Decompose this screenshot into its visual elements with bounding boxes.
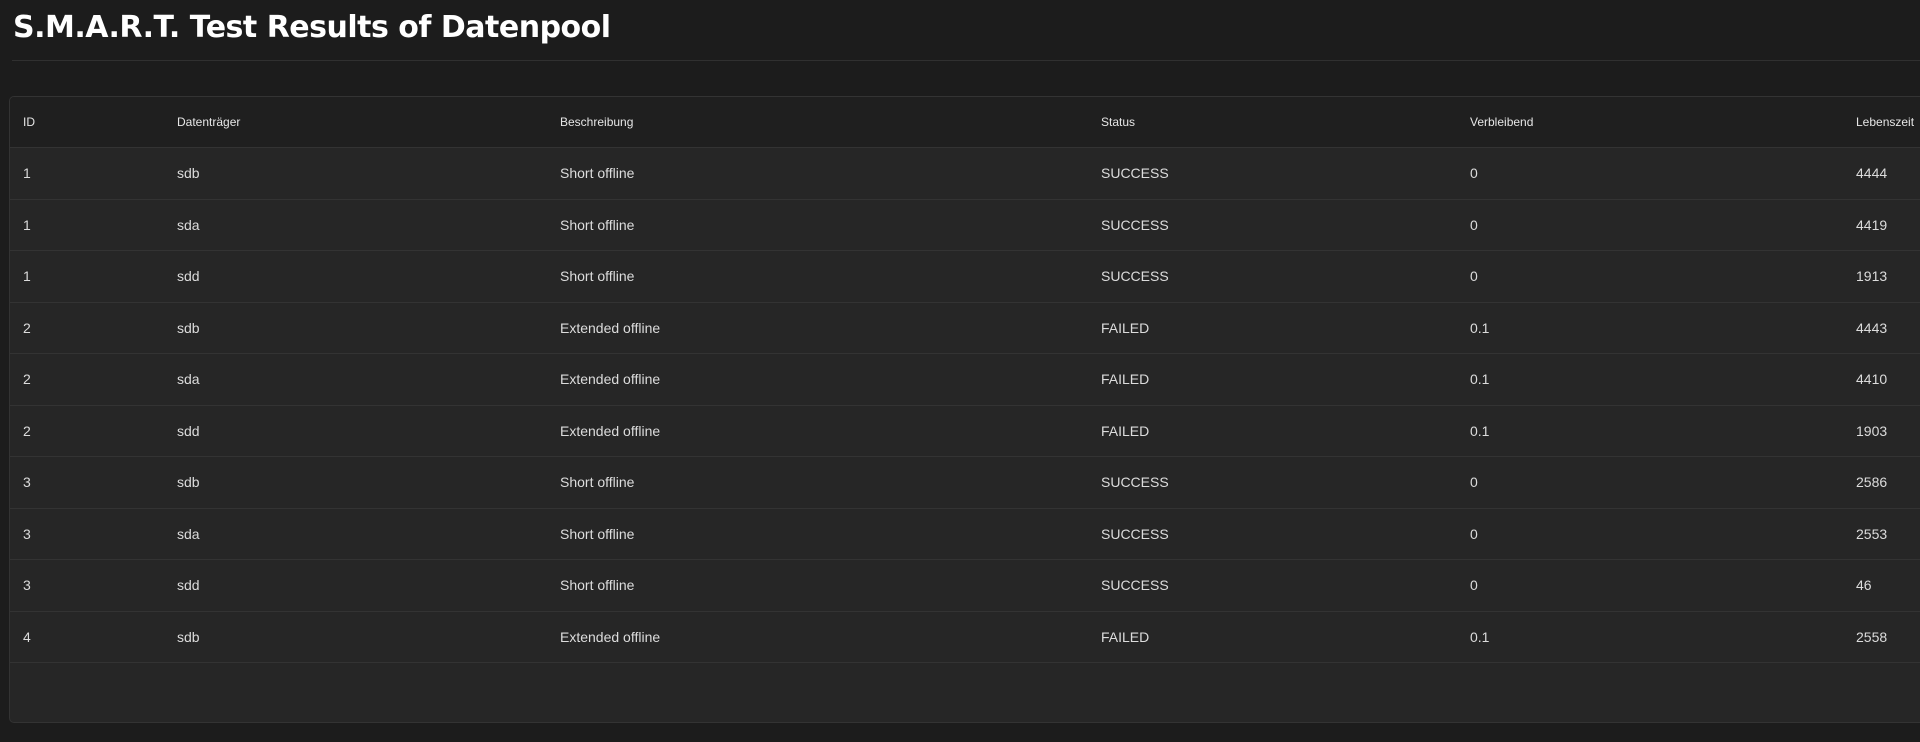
cell-lifetime: 4419	[1856, 216, 1888, 233]
cell-status: SUCCESS	[1101, 525, 1169, 542]
cell-description: Extended offline	[560, 371, 661, 387]
cell-status: SUCCESS	[1101, 165, 1169, 181]
table-row: 2 sda Extended offline FAILED 0.1 4410	[10, 354, 1920, 406]
column-header-datentraeger[interactable]: Datenträger	[177, 97, 240, 148]
cell-remaining: 0	[1470, 474, 1478, 490]
cell-status: SUCCESS	[1101, 216, 1169, 233]
cell-status: FAILED	[1101, 422, 1150, 439]
cell-id: 3	[23, 577, 31, 593]
cell-status: SUCCESS	[1101, 577, 1169, 593]
cell-device: sdb	[177, 165, 200, 181]
cell-id: 4	[23, 628, 31, 645]
cell-remaining: 0	[1470, 268, 1478, 284]
table-row: 3 sdb Short offline SUCCESS 0 2586	[10, 457, 1920, 509]
cell-id: 3	[23, 474, 31, 490]
cell-id: 1	[23, 216, 31, 233]
table-header: ID Datenträger Beschreibung Status Verbl…	[10, 97, 1920, 148]
cell-remaining: 0.1	[1470, 628, 1490, 645]
cell-status: FAILED	[1101, 319, 1150, 336]
cell-description: Short offline	[560, 474, 635, 490]
cell-id: 2	[23, 371, 31, 387]
cell-description: Short offline	[560, 577, 635, 593]
cell-id: 2	[23, 319, 31, 336]
cell-lifetime: 1903	[1856, 422, 1888, 439]
cell-description: Short offline	[560, 165, 635, 181]
cell-id: 3	[23, 525, 31, 542]
table-row: 2 sdd Extended offline FAILED 0.1 1903	[10, 406, 1920, 457]
cell-id: 1	[23, 268, 31, 284]
cell-description: Extended offline	[560, 628, 661, 645]
cell-lifetime: 46	[1856, 577, 1872, 593]
cell-status: SUCCESS	[1101, 268, 1169, 284]
cell-description: Short offline	[560, 525, 635, 542]
table-row: 2 sdb Extended offline FAILED 0.1 4443	[10, 303, 1920, 354]
cell-status: SUCCESS	[1101, 474, 1169, 490]
cell-lifetime: 4410	[1856, 371, 1888, 387]
column-header-status[interactable]: Status	[1101, 97, 1135, 148]
cell-device: sdd	[177, 422, 200, 439]
column-header-lebenszeit[interactable]: Lebenszeit	[1856, 97, 1914, 148]
table-row: 1 sdb Short offline SUCCESS 0 4444	[10, 148, 1920, 200]
cell-device: sdb	[177, 628, 200, 645]
cell-description: Short offline	[560, 268, 635, 284]
cell-device: sdb	[177, 319, 200, 336]
cell-id: 1	[23, 165, 31, 181]
cell-lifetime: 1913	[1856, 268, 1888, 284]
cell-remaining: 0	[1470, 165, 1478, 181]
table-row: 1 sdd Short offline SUCCESS 0 1913	[10, 251, 1920, 303]
results-table: ID Datenträger Beschreibung Status Verbl…	[9, 96, 1920, 723]
cell-lifetime: 4444	[1856, 165, 1888, 181]
cell-lifetime: 2586	[1856, 474, 1888, 490]
cell-device: sda	[177, 525, 200, 542]
column-header-verbleibend[interactable]: Verbleibend	[1470, 97, 1533, 148]
cell-device: sda	[177, 216, 200, 233]
cell-device: sdd	[177, 577, 200, 593]
cell-device: sdd	[177, 268, 200, 284]
cell-remaining: 0	[1470, 216, 1478, 233]
cell-lifetime: 4443	[1856, 319, 1888, 336]
cell-description: Short offline	[560, 216, 635, 233]
cell-device: sdb	[177, 474, 200, 490]
table-row: 3 sda Short offline SUCCESS 0 2553	[10, 509, 1920, 560]
cell-remaining: 0.1	[1470, 371, 1490, 387]
title-divider	[12, 60, 1920, 61]
table-row: 1 sda Short offline SUCCESS 0 4419	[10, 200, 1920, 251]
table-row: 4 sdb Extended offline FAILED 0.1 2558	[10, 612, 1920, 663]
cell-remaining: 0.1	[1470, 422, 1490, 439]
cell-lifetime: 2558	[1856, 628, 1888, 645]
column-header-id[interactable]: ID	[23, 97, 35, 148]
cell-remaining: 0	[1470, 577, 1478, 593]
cell-device: sda	[177, 371, 200, 387]
column-header-beschreibung[interactable]: Beschreibung	[560, 97, 633, 148]
cell-remaining: 0.1	[1470, 319, 1490, 336]
table-row: 3 sdd Short offline SUCCESS 0 46	[10, 560, 1920, 612]
cell-description: Extended offline	[560, 319, 661, 336]
cell-description: Extended offline	[560, 422, 661, 439]
cell-status: FAILED	[1101, 371, 1150, 387]
cell-status: FAILED	[1101, 628, 1150, 645]
cell-remaining: 0	[1470, 525, 1478, 542]
page-title: S.M.A.R.T. Test Results of Datenpool	[13, 10, 611, 45]
page: S.M.A.R.T. Test Results of Datenpool ID …	[0, 0, 1920, 742]
cell-id: 2	[23, 422, 31, 439]
cell-lifetime: 2553	[1856, 525, 1888, 542]
